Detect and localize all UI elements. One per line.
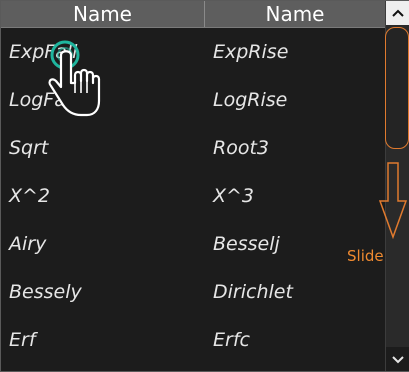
list-item[interactable]: Airy xyxy=(1,233,205,255)
column-header-name-1[interactable]: Name xyxy=(1,1,205,27)
list-item[interactable]: LogRise xyxy=(205,89,385,111)
slide-hint-label: Slide xyxy=(347,247,384,265)
list-item[interactable]: Erf xyxy=(1,329,205,351)
list-item[interactable]: Bessely xyxy=(1,281,205,303)
list-item[interactable]: ExpRise xyxy=(205,41,385,63)
scrollbar-thumb[interactable] xyxy=(385,27,409,149)
chevron-down-icon xyxy=(392,356,404,364)
function-list-panel: Name Name ExpFall ExpRise LogFall LogRis… xyxy=(0,0,409,372)
list-item[interactable]: X^2 xyxy=(1,185,205,207)
list-item[interactable]: Erfc xyxy=(205,329,385,351)
table-row: Airy Besselj xyxy=(1,220,385,268)
list-item[interactable]: Root3 xyxy=(205,137,385,159)
list-item[interactable]: X^3 xyxy=(205,185,385,207)
hand-tap-icon xyxy=(48,40,101,117)
list-item[interactable]: Sqrt xyxy=(1,137,205,159)
column-header-name-2[interactable]: Name xyxy=(205,1,385,27)
chevron-up-icon xyxy=(392,9,404,17)
table-row: Erf Erfc xyxy=(1,316,385,364)
table-row: Bessely Dirichlet xyxy=(1,268,385,316)
table-row: X^2 X^3 xyxy=(1,172,385,220)
arrow-down-icon xyxy=(378,162,408,240)
scroll-down-button[interactable] xyxy=(386,347,409,371)
table-header: Name Name xyxy=(1,1,385,28)
list-item[interactable]: Dirichlet xyxy=(205,281,385,303)
scroll-up-button[interactable] xyxy=(386,1,409,25)
table-row: Sqrt Root3 xyxy=(1,124,385,172)
